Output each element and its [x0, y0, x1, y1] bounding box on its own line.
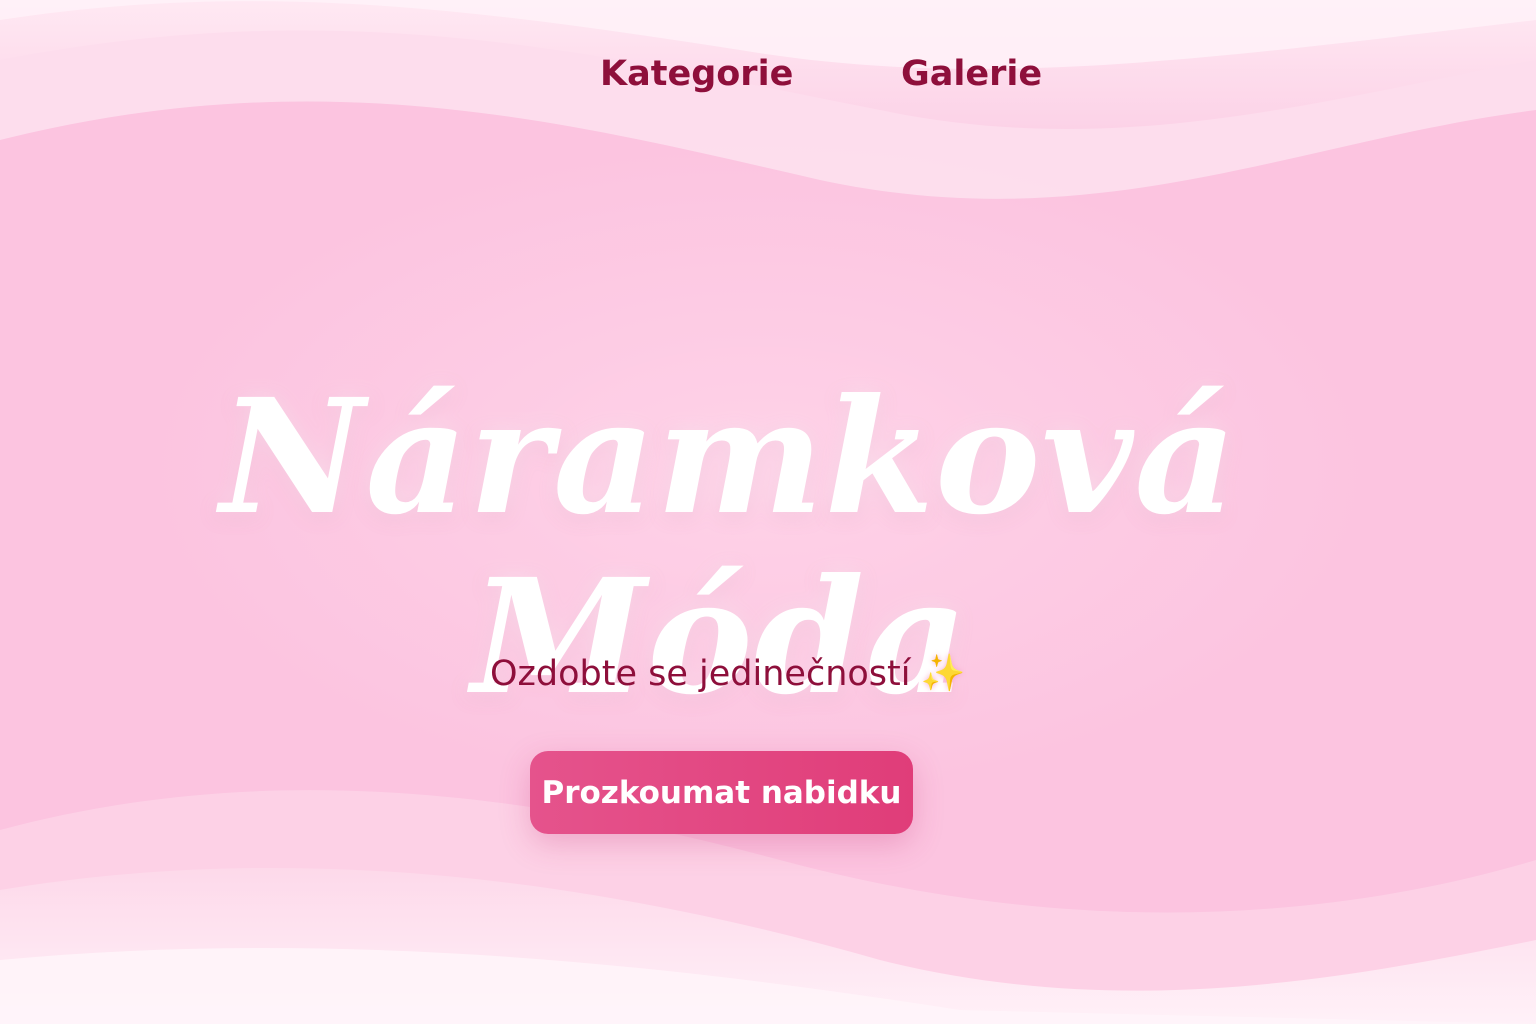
- top-navigation: Kategorie Galerie: [0, 54, 1536, 110]
- nav-link-kategorie[interactable]: Kategorie: [600, 54, 793, 94]
- hero-title-line-1: Náramková: [220, 364, 1238, 550]
- hero-title-line-2: Móda: [471, 544, 969, 730]
- hero-subtitle-text: Ozdobte se jedinečností: [490, 654, 911, 694]
- nav-link-galerie[interactable]: Galerie: [901, 54, 1042, 94]
- explore-offer-button[interactable]: Prozkoumat nabidku: [530, 751, 913, 834]
- hero-subtitle: Ozdobte se jedinečností ✨: [490, 652, 965, 694]
- sparkles-icon: ✨: [920, 653, 966, 694]
